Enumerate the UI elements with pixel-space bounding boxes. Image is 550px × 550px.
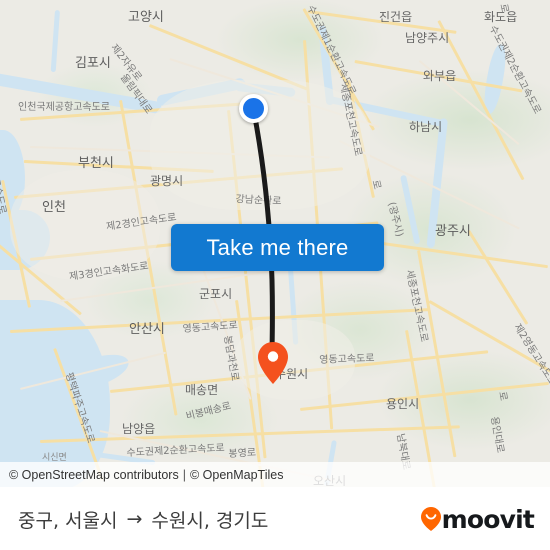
map-label-city: 진건읍 <box>379 10 413 24</box>
map-label-road: 인천국제공항고속도로 <box>18 102 110 113</box>
map-canvas[interactable]: 고양시 김포시 진건읍 화도읍 남양주시 와부읍 하남시 부천시 광명시 인천 광주시 군포시 안산시 매… <box>0 0 550 487</box>
moovit-wordmark: moovit <box>441 504 535 534</box>
attribution-osm[interactable]: © OpenStreetMap contributors <box>9 468 179 482</box>
map-label-city: 와부읍 <box>423 69 457 83</box>
moovit-route-card: 고양시 김포시 진건읍 화도읍 남양주시 와부읍 하남시 부천시 광명시 인천 광주시 군포시 안산시 매… <box>0 0 550 550</box>
origin-marker[interactable] <box>239 94 268 123</box>
map-attribution-bar: © OpenStreetMap contributors | © OpenMap… <box>0 462 550 487</box>
moovit-logo[interactable]: moovit <box>420 504 535 534</box>
map-label-city: 하남시 <box>409 120 443 134</box>
map-label-city: 김포시 <box>75 56 111 71</box>
footer-bar: 중구, 서울시 → 수원시, 경기도 moovit <box>0 487 550 550</box>
map-label-city: 매송면 <box>185 383 219 397</box>
route-summary: 중구, 서울시 → 수원시, 경기도 <box>18 506 268 533</box>
route-origin-label: 중구, 서울시 <box>18 509 118 532</box>
map-label-road: 강남순환로 <box>235 193 282 208</box>
map-label-city: 광주시 <box>435 224 471 239</box>
arrow-right-icon: → <box>126 508 143 530</box>
take-me-there-button[interactable]: Take me there <box>171 224 384 271</box>
map-label-city: 용인시 <box>386 397 420 411</box>
route-destination-label: 수원시, 경기도 <box>151 509 269 532</box>
map-label-city: 남양주시 <box>405 31 450 45</box>
map-label-city: 광명시 <box>150 174 184 188</box>
destination-marker[interactable] <box>258 342 288 384</box>
map-label-city: 안산시 <box>129 322 165 337</box>
map-label-city: 남양읍 <box>122 422 156 436</box>
map-label-road: 봉영로 <box>228 447 257 460</box>
map-label-city: 군포시 <box>199 287 233 301</box>
map-label-road: 영동고속도로 <box>319 353 375 366</box>
attribution-maptiles[interactable]: © OpenMapTiles <box>190 468 284 482</box>
map-label-city: 부천시 <box>78 156 114 171</box>
map-label-city: 고양시 <box>128 10 164 25</box>
attribution-separator: | <box>182 467 186 482</box>
map-label-city: 인천 <box>42 200 66 215</box>
moovit-pin-icon <box>420 507 441 531</box>
